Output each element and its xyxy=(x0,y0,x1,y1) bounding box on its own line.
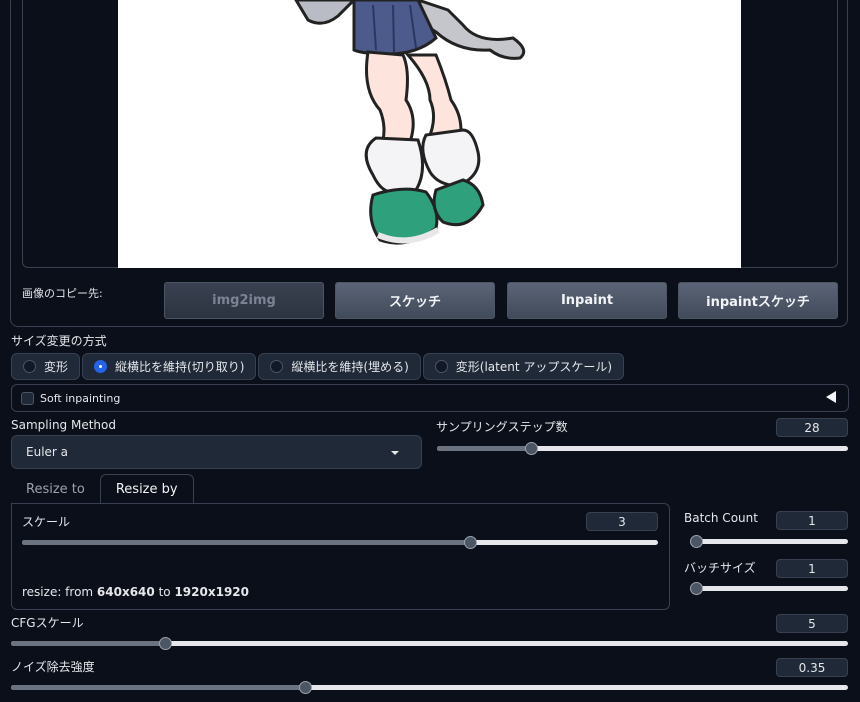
sampling-steps-label: サンプリングステップ数 xyxy=(436,420,568,434)
batch-count-label: Batch Count xyxy=(684,511,758,525)
send-to-inpaint-sketch-button[interactable]: inpaintスケッチ xyxy=(678,282,838,319)
slider-thumb[interactable] xyxy=(159,637,172,650)
slider-fill xyxy=(22,540,470,545)
tab-resize-by[interactable]: Resize by xyxy=(99,474,194,504)
slider-thumb[interactable] xyxy=(464,536,477,549)
cfg-scale-input[interactable]: 5 xyxy=(776,614,848,633)
sampling-steps-slider[interactable] xyxy=(437,442,848,455)
radio-unchecked-icon xyxy=(434,360,448,373)
slider-thumb[interactable] xyxy=(525,442,538,455)
send-to-sketch-button[interactable]: スケッチ xyxy=(335,282,495,319)
radio-unchecked-icon xyxy=(270,360,284,373)
character-illustration xyxy=(294,0,526,245)
denoising-strength-slider[interactable] xyxy=(11,681,848,694)
scale-input[interactable]: 3 xyxy=(586,512,658,531)
collapse-arrow-icon[interactable] xyxy=(826,391,836,403)
radio-label: 縦横比を維持(切り取り) xyxy=(115,360,245,374)
resize-from-size: 640x640 xyxy=(96,585,155,599)
resize-info-prefix: resize: from xyxy=(22,585,97,599)
slider-fill xyxy=(437,446,531,451)
resize-mode-option-fill[interactable]: 縦横比を維持(埋める) xyxy=(258,353,421,380)
batch-size-label: バッチサイズ xyxy=(684,561,756,575)
resize-mode-option-latent-upscale[interactable]: 変形(latent アップスケール) xyxy=(422,353,625,380)
radio-label: 変形 xyxy=(44,360,69,374)
radio-unchecked-icon xyxy=(23,360,36,373)
resize-to-size: 1920x1920 xyxy=(174,585,249,599)
resize-mode-option-crop[interactable]: 縦横比を維持(切り取り) xyxy=(82,353,257,380)
denoising-strength-input[interactable]: 0.35 xyxy=(776,658,848,677)
resize-info-mid: to xyxy=(154,585,175,599)
resize-info-text: resize: from 640x640 to 1920x1920 xyxy=(22,585,249,599)
batch-count-input[interactable]: 1 xyxy=(776,511,848,530)
send-to-inpaint-button[interactable]: Inpaint xyxy=(507,282,667,319)
sampling-method-label: Sampling Method xyxy=(11,418,116,432)
slider-fill xyxy=(11,641,165,646)
slider-thumb[interactable] xyxy=(690,582,703,595)
soft-inpainting-label: Soft inpainting xyxy=(40,391,121,405)
resize-mode-label: サイズ変更の方式 xyxy=(11,334,107,348)
batch-count-slider[interactable] xyxy=(690,535,848,548)
slider-thumb[interactable] xyxy=(299,681,312,694)
resize-mode-option-just-resize[interactable]: 変形 xyxy=(11,353,81,380)
denoising-strength-label: ノイズ除去強度 xyxy=(11,660,95,674)
cfg-scale-slider[interactable] xyxy=(11,637,848,650)
scale-label: スケール xyxy=(22,515,71,529)
send-to-img2img-button[interactable]: img2img xyxy=(164,282,324,319)
batch-size-slider[interactable] xyxy=(690,582,848,595)
batch-size-input[interactable]: 1 xyxy=(776,559,848,578)
radio-label: 変形(latent アップスケール) xyxy=(455,360,613,374)
slider-thumb[interactable] xyxy=(690,535,703,548)
image-canvas[interactable] xyxy=(118,0,741,268)
radio-label: 縦横比を維持(埋める) xyxy=(291,360,409,374)
resize-tabs: Resize to Resize by xyxy=(11,474,194,504)
tab-resize-to[interactable]: Resize to xyxy=(11,474,100,504)
cfg-scale-label: CFGスケール xyxy=(11,616,84,630)
chevron-down-icon xyxy=(391,451,399,455)
sampling-steps-input[interactable]: 28 xyxy=(776,418,848,437)
soft-inpainting-accordion[interactable]: Soft inpainting xyxy=(11,384,849,412)
sampling-method-value: Euler a xyxy=(26,445,69,459)
radio-checked-icon xyxy=(94,360,108,373)
soft-inpainting-checkbox[interactable] xyxy=(21,391,34,405)
sampling-method-dropdown[interactable]: Euler a xyxy=(11,435,422,469)
copy-to-label: 画像のコピー先: xyxy=(22,287,103,300)
scale-slider[interactable] xyxy=(22,536,658,549)
resize-mode-radio-group: 変形 縦横比を維持(切り取り) 縦横比を維持(埋める) 変形(latent アッ… xyxy=(11,353,625,380)
slider-fill xyxy=(11,685,305,690)
